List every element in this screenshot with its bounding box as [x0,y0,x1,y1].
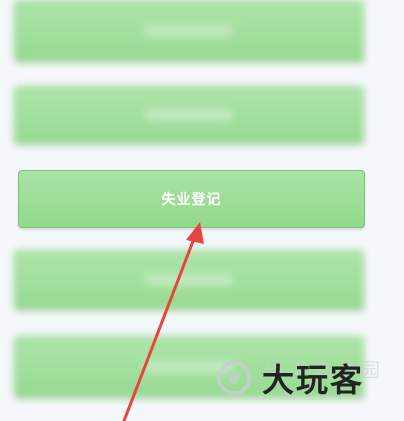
unemployment-registration-button[interactable]: 失业登记 [18,170,365,228]
unemployment-registration-label: 失业登记 [161,192,222,208]
watermark-brand: 大玩客 [262,361,365,399]
ring-logo-icon [217,361,251,395]
blurred-label [144,109,234,121]
blurred-menu-button-4[interactable] [14,250,364,310]
blurred-menu-button-1[interactable] [14,0,364,62]
blurred-label [144,274,234,286]
blurred-menu-button-2[interactable] [14,86,364,144]
blurred-label [144,25,234,37]
watermark: 大玩客 [214,348,404,408]
screen: 失业登记 当下软件园 大玩客 [0,0,404,421]
